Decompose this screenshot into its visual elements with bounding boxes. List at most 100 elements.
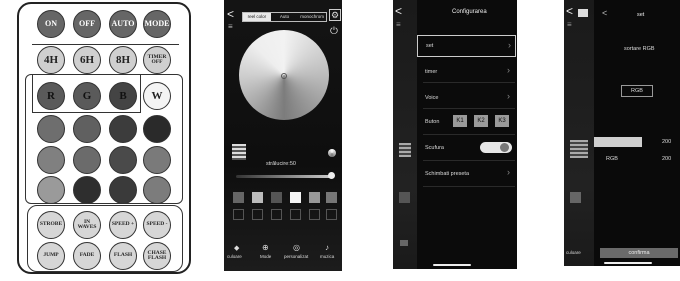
background-swatch	[570, 192, 581, 203]
chevron-right-icon: ›	[507, 167, 510, 177]
k1-button[interactable]: K1	[453, 115, 467, 127]
background-grid-icon	[399, 143, 411, 157]
home-indicator	[433, 264, 471, 266]
chevron-right-icon: ›	[508, 40, 511, 50]
jump-button[interactable]: JUMP	[37, 242, 65, 270]
menu-item-timer[interactable]: timer	[425, 69, 437, 75]
color-button[interactable]	[37, 115, 65, 143]
value-200: 200	[662, 156, 672, 162]
preset-grid-icon[interactable]	[232, 144, 246, 160]
brightness-slider-handle[interactable]	[328, 172, 335, 179]
add-swatch-button[interactable]	[309, 209, 320, 220]
color-button[interactable]	[73, 115, 101, 143]
color-button[interactable]	[143, 176, 171, 204]
rgb-row-label: RGB	[606, 156, 618, 162]
background-tab	[578, 9, 588, 17]
add-swatch-button[interactable]	[326, 209, 337, 220]
color-button[interactable]	[37, 146, 65, 174]
background-nav-label: culoare	[566, 250, 581, 255]
color-wheel-cursor[interactable]	[281, 73, 287, 79]
nav-muzica[interactable]: muzica	[320, 254, 334, 259]
back-icon[interactable]: <	[602, 8, 607, 18]
color-button[interactable]	[143, 146, 171, 174]
flash-button[interactable]: FLASH	[109, 242, 137, 270]
tab-reel-color[interactable]: reel color	[243, 13, 271, 21]
power-icon[interactable]: ⏻	[330, 26, 338, 37]
green-button[interactable]: G	[73, 82, 101, 110]
brightness-slider-track[interactable]	[236, 175, 332, 178]
swatch-color[interactable]	[290, 192, 301, 203]
color-button[interactable]	[37, 176, 65, 204]
white-button[interactable]: W	[143, 82, 171, 110]
color-button[interactable]	[109, 115, 137, 143]
mode-button[interactable]: MODE	[143, 10, 171, 38]
color-button[interactable]	[109, 176, 137, 204]
menu-item-set[interactable]: set ›	[417, 35, 516, 57]
scufura-toggle[interactable]	[480, 142, 512, 153]
back-icon[interactable]: <	[566, 4, 573, 18]
blue-button[interactable]: B	[109, 82, 137, 110]
rgb-picker-selected[interactable]: RGB	[621, 85, 653, 97]
bottom-nav: ◆ culoare ⊕ Mode ◎ personalizat ♪ muzica	[224, 240, 342, 271]
back-icon[interactable]: <	[395, 4, 402, 18]
config-title: Configurarea	[452, 9, 487, 15]
sortare-rgb-label: sortare RGB	[624, 46, 655, 52]
chase-flash-button[interactable]: CHASE FLASH	[143, 242, 171, 270]
k3-button[interactable]: K3	[495, 115, 509, 127]
k2-button[interactable]: K2	[474, 115, 488, 127]
back-icon[interactable]: <	[227, 7, 234, 21]
timer-8h-button[interactable]: 8H	[109, 46, 137, 74]
tab-monochrom[interactable]: monochrom	[298, 13, 326, 21]
in-waves-button[interactable]: IN WAVES	[73, 211, 101, 239]
nav-muzica-icon[interactable]: ♪	[325, 243, 329, 252]
menu-item-voice[interactable]: Voice	[425, 95, 438, 101]
timer-6h-button[interactable]: 6H	[73, 46, 101, 74]
tab-auto[interactable]: Auto	[271, 13, 299, 21]
strobe-button[interactable]: STROBE	[37, 211, 65, 239]
on-button[interactable]: ON	[37, 10, 65, 38]
nav-culoare[interactable]: culoare	[227, 254, 242, 259]
swatch-color[interactable]	[309, 192, 320, 203]
menu-icon[interactable]: ≡	[396, 20, 401, 29]
menu-item-buton: Buton	[425, 119, 440, 125]
add-swatch-button[interactable]	[290, 209, 301, 220]
speed-down-button[interactable]: SPEED -	[143, 211, 171, 239]
add-swatch-button[interactable]	[271, 209, 282, 220]
timer-4h-button[interactable]: 4H	[37, 46, 65, 74]
swatch-color[interactable]	[233, 192, 244, 203]
color-button[interactable]	[143, 115, 171, 143]
menu-icon[interactable]: ≡	[228, 22, 233, 31]
swatch-color[interactable]	[252, 192, 263, 203]
nav-personalizat-icon[interactable]: ◎	[293, 243, 300, 252]
off-button[interactable]: OFF	[73, 10, 101, 38]
color-circle-icon[interactable]	[328, 149, 336, 157]
background-grid-icon	[570, 140, 588, 158]
color-button[interactable]	[109, 146, 137, 174]
nav-personalizat[interactable]: personalizat	[284, 254, 308, 259]
color-button[interactable]	[73, 176, 101, 204]
add-swatch-button[interactable]	[252, 209, 263, 220]
color-button[interactable]	[73, 146, 101, 174]
menu-item-label: set	[426, 43, 434, 49]
menu-icon[interactable]: ≡	[567, 20, 572, 29]
phone-set-screen: < ≡ culoare < set sortare RGB RGB 200 RG…	[564, 0, 680, 266]
nav-culoare-icon[interactable]: ◆	[234, 244, 239, 252]
auto-button[interactable]: AUTO	[109, 10, 137, 38]
settings-gear-icon[interactable]: ⚙	[329, 9, 341, 21]
config-drawer: Configurarea set › timer › Voice › Buton…	[417, 0, 517, 269]
timer-off-button[interactable]: TIMER OFF	[143, 46, 171, 74]
swatch-color[interactable]	[326, 192, 337, 203]
divider	[423, 134, 515, 135]
nav-mode-icon[interactable]: ⊕	[262, 243, 269, 252]
set-panel: < set sortare RGB RGB 200 RGB 200 confir…	[594, 0, 680, 266]
speed-up-button[interactable]: SPEED +	[109, 211, 137, 239]
background-swatch	[399, 192, 410, 203]
remote-control: ON OFF AUTO MODE 4H 6H 8H TIMER OFF R G …	[17, 2, 191, 274]
nav-mode[interactable]: Mode	[260, 254, 271, 259]
add-swatch-button[interactable]	[233, 209, 244, 220]
fade-button[interactable]: FADE	[73, 242, 101, 270]
confirm-button[interactable]: confirma	[600, 248, 678, 258]
red-button[interactable]: R	[37, 82, 65, 110]
menu-item-schimbati-preseta[interactable]: Schimbati preseta	[425, 171, 469, 177]
swatch-color[interactable]	[271, 192, 282, 203]
